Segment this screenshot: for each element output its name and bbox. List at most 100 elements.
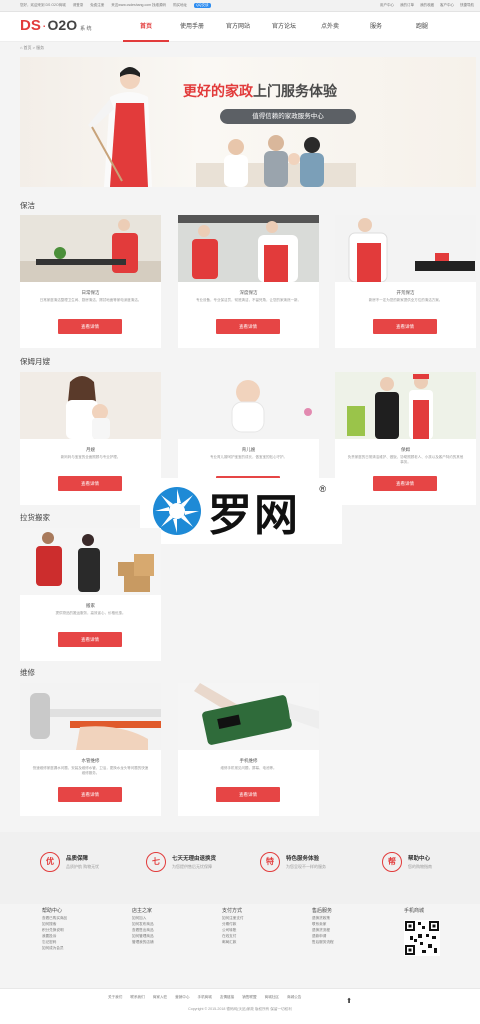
seven-day-icon: 七 <box>146 852 166 872</box>
buy-link[interactable]: 购买地址 <box>173 3 187 8</box>
moving-image <box>20 528 161 595</box>
logo-o2o: O2O <box>47 17 78 33</box>
main-nav: 首页 使用手册 官方网站 官方论坛 点外卖 服务 跑腿 <box>123 12 445 42</box>
seven-day-return[interactable]: 七 七天无理由退换货 为您提供售后无忧保障 <box>146 852 216 872</box>
footer-link[interactable]: 售后服务流程 <box>312 939 334 945</box>
service-card[interactable]: 日常保洁 日常家庭清洁整理卫生间、厨房清洁、擦拭地面等家电深度清洁。 查看详情 <box>20 215 161 348</box>
card-title: 开荒保洁 <box>396 290 415 295</box>
nav-manual[interactable]: 使用手册 <box>169 12 215 42</box>
watermark-text: 罗网 <box>208 490 300 541</box>
nav-service[interactable]: 服务 <box>353 12 399 42</box>
breadcrumb-text[interactable]: 首页 > 服务 <box>24 45 45 50</box>
banner-tagline: 值得信赖的家政服务中心 <box>220 109 356 124</box>
service-card[interactable]: 保姆 负责家庭的日常清洁维护、做饭、协助照顾老人、小孩以及客户特约的其他事务。 … <box>335 372 476 505</box>
maternity-nurse-image <box>20 372 161 439</box>
customer-center-link[interactable]: 客户中心 <box>440 3 454 8</box>
sales-alliance-link[interactable]: 销售联盟 <box>242 995 256 1000</box>
watermark-logo: 罗网 ® <box>140 478 342 544</box>
banner-headline: 更好的家政上门服务体验 <box>183 81 337 101</box>
footer-col-title: 店主之家 <box>132 908 153 914</box>
merchant-join-link[interactable]: 商家入驻 <box>153 995 167 1000</box>
housekeeper-image <box>88 67 152 187</box>
footer-link[interactable]: 如何成为会员 <box>42 945 67 951</box>
section-title-repair: 维修 <box>20 668 35 677</box>
view-details-button[interactable]: 查看详情 <box>216 319 280 334</box>
nav-forum[interactable]: 官方论坛 <box>261 12 307 42</box>
service-card[interactable]: 搬家 提供物品的搬运服务，高效省心，价格优惠。 查看详情 <box>20 528 161 661</box>
footer-col-title: 售后服务 <box>312 908 333 914</box>
hero-banner[interactable]: 更好的家政上门服务体验 值得信赖的家政服务中心 <box>20 57 476 187</box>
guarantee-sub: 为您呈现不一样的服务 <box>286 864 326 869</box>
card-desc: 新妈妈与宝宝的全面照顾与专业护理。 <box>60 455 121 459</box>
friend-links-link[interactable]: 友情链接 <box>220 995 234 1000</box>
mobile-shop-link[interactable]: 手机商城 <box>198 995 212 1000</box>
login-link[interactable]: 请登录 <box>73 3 84 8</box>
nav-home[interactable]: 首页 <box>123 12 169 42</box>
breadcrumb: ⌂ 首页 > 服务 <box>0 42 480 54</box>
nav-errand[interactable]: 跑腿 <box>399 12 445 42</box>
view-details-button[interactable]: 查看详情 <box>58 319 122 334</box>
daily-cleaning-image <box>20 215 161 282</box>
footer: 帮助中心 查看已购买商品 如何搜索 积分兑换说明 我要投诉 忘记密码 如何成为会… <box>0 904 480 988</box>
guarantee-sub: 为您提供售后无忧保障 <box>172 864 212 869</box>
marketing-center-link[interactable]: 营销中心 <box>175 995 189 1000</box>
footer-link[interactable]: 邮局汇款 <box>222 939 244 945</box>
logo-dot: · <box>41 17 47 33</box>
nav-official-site[interactable]: 官方网站 <box>215 12 261 42</box>
nanny-image <box>335 372 476 439</box>
view-details-button[interactable]: 查看详情 <box>58 632 122 647</box>
view-details-button[interactable]: 查看详情 <box>216 787 280 802</box>
footer-col-title: 帮助中心 <box>42 908 63 914</box>
quick-nav-link[interactable]: 快捷导航 <box>460 3 474 8</box>
contact-us-link[interactable]: 联系我们 <box>130 995 144 1000</box>
view-details-button[interactable]: 查看详情 <box>58 787 122 802</box>
guarantee-title: 特色服务体验 <box>286 856 320 862</box>
footer-col-aftersales: 售后服务 退换货政策 联系卖家 退换货流程 退款申请 售后服务流程 <box>312 908 334 945</box>
childcare-image <box>178 372 319 439</box>
topbar-left: 您好，欢迎来到 DS O2O商城 请登录 免费注册 来这www.csdeshan… <box>20 3 211 8</box>
qq-chat-button[interactable]: QQ交谈 <box>194 3 211 8</box>
section-title-cleaning: 保洁 <box>20 201 35 210</box>
bottom-bar: 关于我们 联系我们 商家入驻 营销中心 手机商城 友情链接 销售联盟 商城社区 … <box>0 988 480 1024</box>
family-image <box>196 135 356 187</box>
card-desc: 维修手机常见问题，屏幕、电池等。 <box>220 766 277 770</box>
source-link[interactable]: 来这www.csdeshang.com 找维源码 <box>111 3 166 8</box>
footer-col-mobile: 手机商城 <box>404 908 424 915</box>
service-card[interactable]: 深度保洁 专业设备，专业保洁员，彻底清洁，不留死角，让您的家焕然一新。 查看详情 <box>178 215 319 348</box>
service-card[interactable]: 水管维修 快速维修家庭漏水问题，安装及维修水管、卫浴，更换水龙头等问题的快速维修… <box>20 683 161 816</box>
footer-col-shop: 店主之家 如何加入 如何发布商品 查看售出商品 如何管理商品 管理我的店铺 <box>132 908 154 945</box>
card-title: 水管维修 <box>81 758 100 763</box>
service-card[interactable]: 开荒保洁 新房不一定为您的新家提供全方位的清洁方案。 查看详情 <box>335 215 476 348</box>
quality-guarantee[interactable]: 优 品质保障 品质护航 购物无忧 <box>40 852 99 872</box>
community-link[interactable]: 商城社区 <box>265 995 279 1000</box>
help-center[interactable]: 帮 帮助中心 您的购物指南 <box>382 852 432 872</box>
site-logo[interactable]: DS · O2O 系 统 <box>20 17 91 34</box>
user-center-link[interactable]: 用户中心 <box>380 3 394 8</box>
register-link[interactable]: 免费注册 <box>90 3 104 8</box>
view-details-button[interactable]: 查看详情 <box>373 319 437 334</box>
announcement-link[interactable]: 商城公告 <box>287 995 301 1000</box>
view-details-button[interactable]: 查看详情 <box>58 476 122 491</box>
special-icon: 特 <box>260 852 280 872</box>
footer-col-payment: 支付方式 如何注册支付 分期付款 公司转账 在线支付 邮局汇款 <box>222 908 244 945</box>
about-us-link[interactable]: 关于我们 <box>108 995 122 1000</box>
footer-col-title: 支付方式 <box>222 908 243 914</box>
service-card[interactable]: 手机维修 维修手机常见问题，屏幕、电池等。 查看详情 <box>178 683 319 816</box>
quality-icon: 优 <box>40 852 60 872</box>
card-title: 保姆 <box>401 447 410 452</box>
footer-link[interactable]: 管理我的店铺 <box>132 939 154 945</box>
card-desc: 专业设备，专业保洁员，彻底清洁，不留死角，让您的家焕然一新。 <box>196 298 301 302</box>
view-details-button[interactable]: 查看详情 <box>373 476 437 491</box>
special-service[interactable]: 特 特色服务体验为您呈现不一样的服务 <box>260 852 326 872</box>
my-favorites-link[interactable]: 我的收藏 <box>420 3 434 8</box>
headline-dark: 上门服务体验 <box>253 83 337 99</box>
nav-takeout[interactable]: 点外卖 <box>307 12 353 42</box>
bottom-links: 关于我们 联系我们 商家入驻 营销中心 手机商城 友情链接 销售联盟 商城社区 … <box>108 995 301 1000</box>
card-desc: 专业育儿嫂呵护宝宝的成长，做宝宝的贴心守护。 <box>210 455 287 459</box>
my-orders-link[interactable]: 我的订单 <box>400 3 414 8</box>
guarantee-sub: 您的购物指南 <box>408 864 432 869</box>
back-to-top-icon[interactable]: ⬆ <box>344 997 354 1005</box>
card-desc: 负责家庭的日常清洁维护、做饭、协助照顾老人、小孩以及客户特约的其他事务。 <box>347 455 464 464</box>
card-desc: 日常家庭清洁整理卫生间、厨房清洁、擦拭地面等家电深度清洁。 <box>39 298 142 302</box>
section-title-nanny: 保姆月嫂 <box>20 357 50 366</box>
